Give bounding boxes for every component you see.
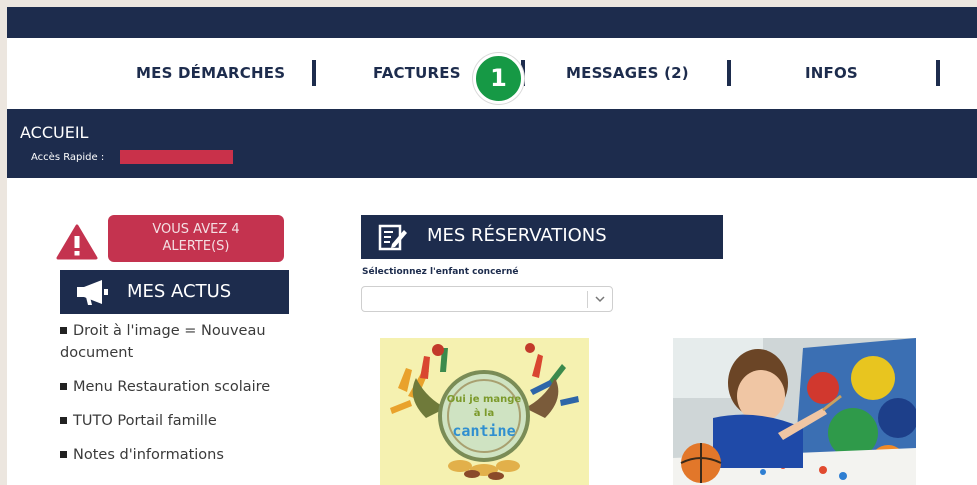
bullet-icon — [60, 417, 67, 424]
news-item-label: Notes d'informations — [73, 447, 224, 463]
quick-access-redacted[interactable] — [120, 150, 233, 164]
actus-title: MES ACTUS — [127, 281, 232, 302]
quick-access-label: Accès Rapide : — [31, 152, 105, 163]
top-bar — [7, 7, 977, 38]
bullet-icon — [60, 451, 67, 458]
cantine-card-image[interactable]: Oui je mange à la cantine — [380, 338, 589, 485]
chevron-down-icon — [595, 296, 605, 303]
card1-line2: à la — [474, 407, 494, 419]
news-item[interactable]: TUTO Portail famille — [60, 410, 290, 432]
bullet-icon — [60, 383, 67, 390]
news-list: Droit à l'image = Nouveau document Menu … — [60, 320, 290, 478]
nav-separator — [727, 60, 731, 86]
page-frame: MES DÉMARCHES FACTURES MESSAGES (2) INFO… — [7, 7, 977, 485]
nav-messages[interactable]: MESSAGES (2) — [566, 64, 689, 82]
reservations-title: MES RÉSERVATIONS — [427, 225, 607, 246]
child-select[interactable] — [361, 286, 613, 312]
nav-separator — [312, 60, 316, 86]
main-nav: MES DÉMARCHES FACTURES MESSAGES (2) INFO… — [7, 38, 977, 109]
page-title: ACCUEIL — [20, 123, 89, 142]
painting-child-illustration — [673, 338, 916, 485]
nav-separator — [936, 60, 940, 86]
painting-child-image[interactable] — [673, 338, 916, 485]
news-item-label: Menu Restauration scolaire — [73, 379, 271, 395]
cantine-illustration: Oui je mange à la cantine — [380, 338, 589, 485]
news-item[interactable]: Menu Restauration scolaire — [60, 376, 290, 398]
select-divider — [587, 291, 588, 308]
alerts-button-line1: VOUS AVEZ 4 — [152, 222, 240, 237]
bullet-icon — [60, 327, 67, 334]
warning-icon — [56, 224, 98, 260]
news-item[interactable]: Notes d'informations — [60, 444, 290, 466]
card1-line3: cantine — [452, 422, 515, 440]
edit-form-icon — [378, 224, 407, 251]
child-select-label: Sélectionnez l'enfant concerné — [362, 267, 519, 277]
alerts-button[interactable]: VOUS AVEZ 4 ALERTE(S) — [108, 215, 284, 262]
card1-line1: Oui je mange — [447, 394, 522, 405]
news-item-label: Droit à l'image = Nouveau document — [60, 323, 266, 361]
actus-header: MES ACTUS — [60, 270, 289, 314]
alerts-button-line2: ALERTE(S) — [162, 239, 230, 254]
megaphone-icon — [77, 280, 108, 305]
nav-infos[interactable]: INFOS — [805, 64, 858, 82]
nav-factures[interactable]: FACTURES — [373, 64, 461, 82]
nav-mes-demarches[interactable]: MES DÉMARCHES — [136, 64, 285, 82]
callout-number-badge: 1 — [473, 53, 524, 104]
news-item-label: TUTO Portail famille — [73, 413, 217, 429]
page-header: ACCUEIL Accès Rapide : — [7, 109, 977, 178]
reservations-header: MES RÉSERVATIONS — [361, 215, 723, 259]
news-item[interactable]: Droit à l'image = Nouveau document — [60, 320, 290, 364]
